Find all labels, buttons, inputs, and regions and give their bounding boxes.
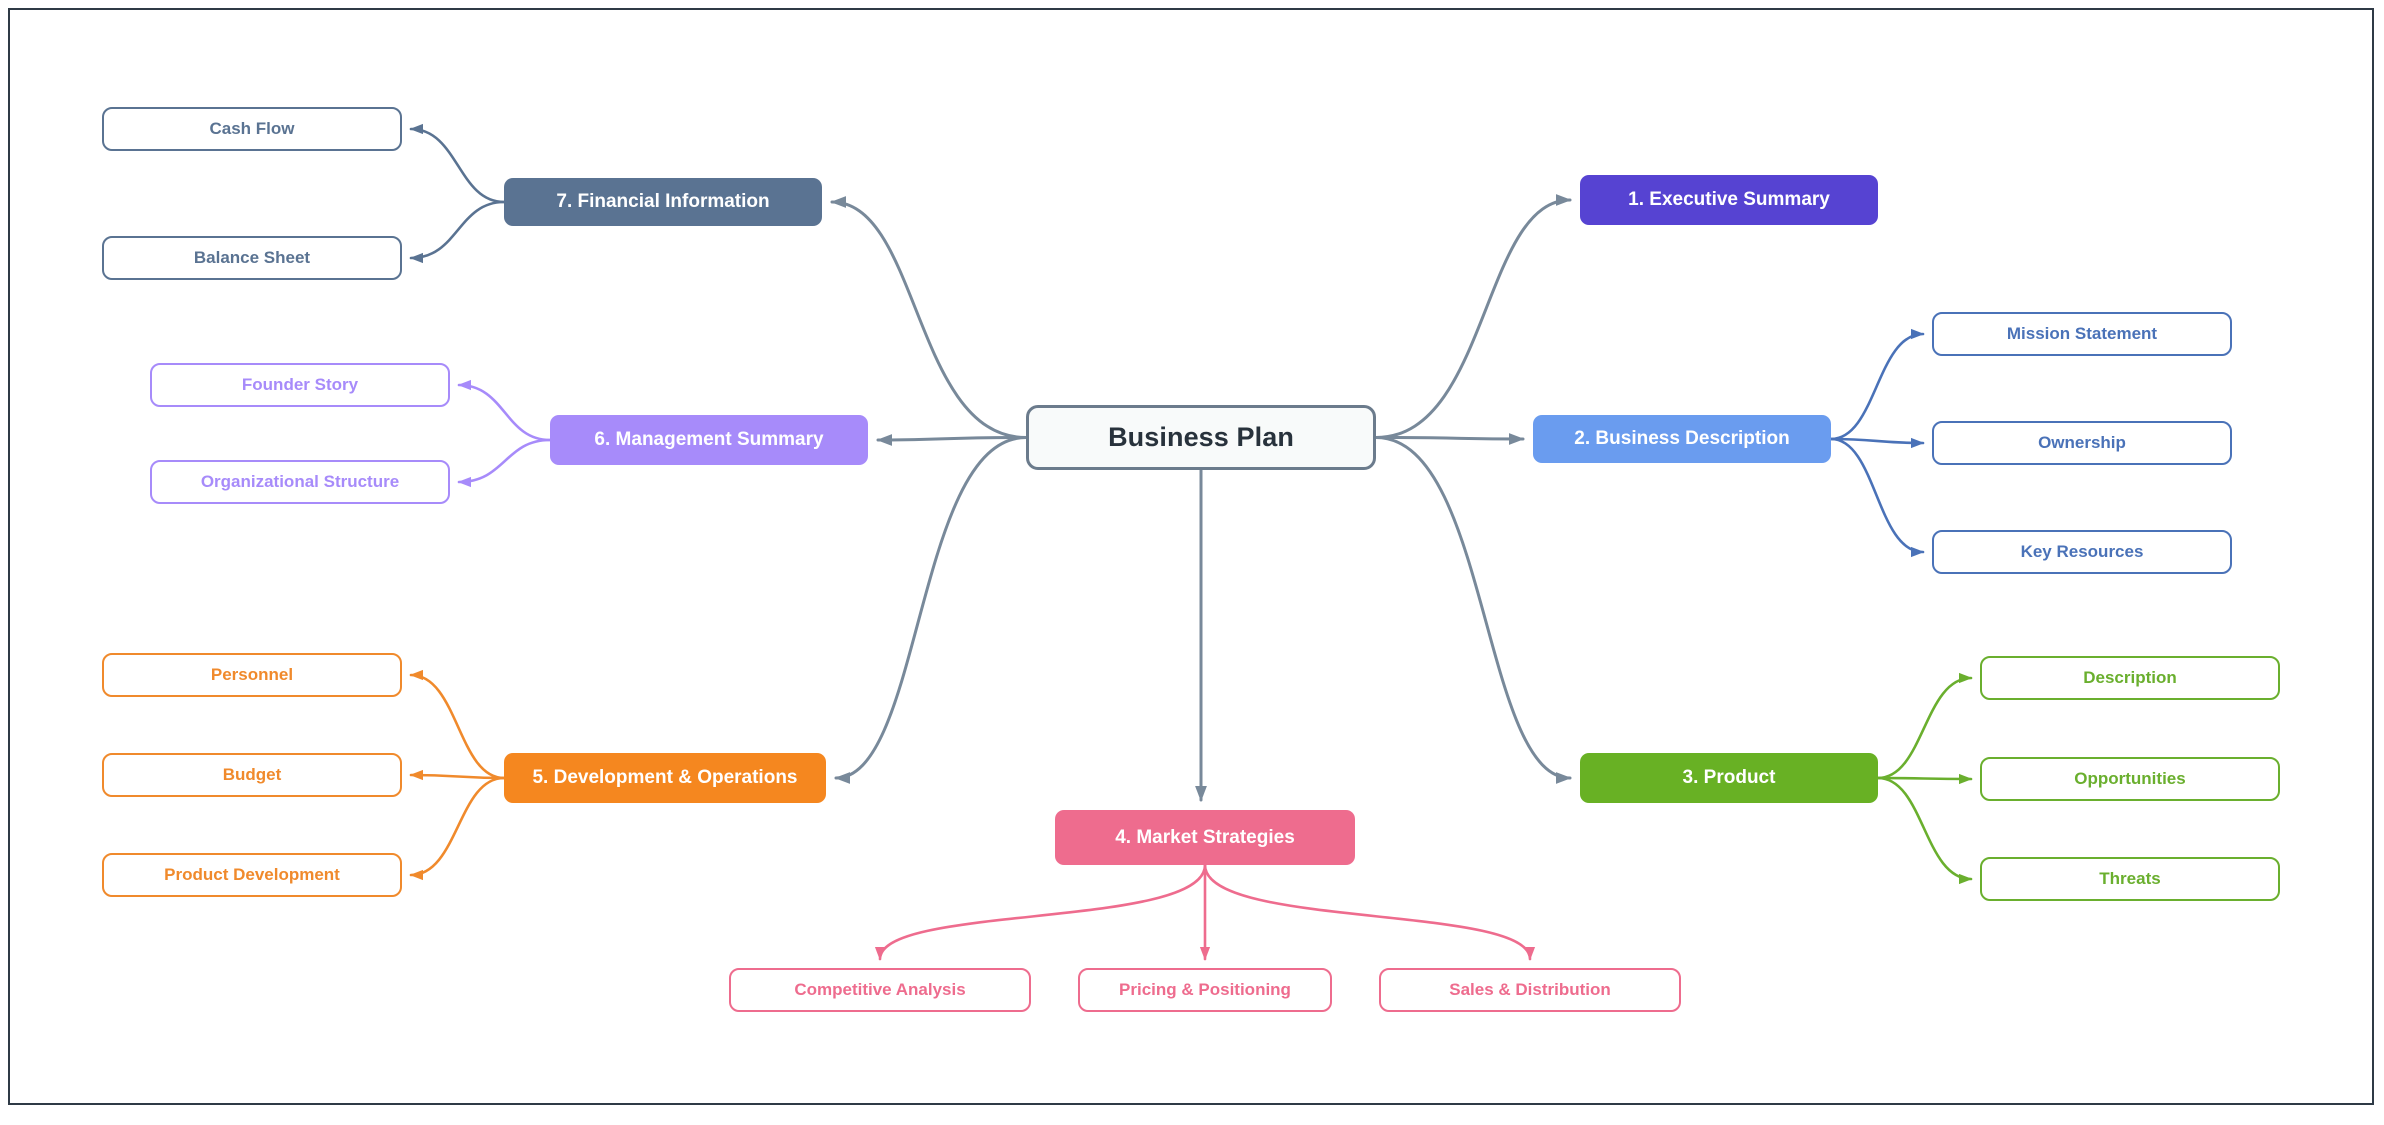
leaf-node-financial-information-1[interactable]: Balance Sheet bbox=[102, 236, 402, 280]
branch-node-development-operations-label: 5. Development & Operations bbox=[532, 767, 798, 789]
leaf-node-market-strategies-1-label: Pricing & Positioning bbox=[1119, 980, 1291, 1000]
branch-node-market-strategies-label: 4. Market Strategies bbox=[1115, 826, 1295, 848]
leaf-node-management-summary-0-label: Founder Story bbox=[241, 375, 359, 395]
leaf-node-market-strategies-2-label: Sales & Distribution bbox=[1449, 980, 1611, 1000]
leaf-node-development-operations-2-label: Product Development bbox=[164, 865, 340, 885]
branch-node-product[interactable]: 3. Product bbox=[1580, 753, 1878, 803]
branch-node-executive-summary[interactable]: 1. Executive Summary bbox=[1580, 175, 1878, 225]
branch-node-financial-information[interactable]: 7. Financial Information bbox=[504, 178, 822, 226]
leaf-node-management-summary-0[interactable]: Founder Story bbox=[150, 363, 450, 407]
branch-node-development-operations[interactable]: 5. Development & Operations bbox=[504, 753, 826, 803]
leaf-node-development-operations-1[interactable]: Budget bbox=[102, 753, 402, 797]
leaf-node-product-0[interactable]: Description bbox=[1980, 656, 2280, 700]
leaf-node-market-strategies-0-label: Competitive Analysis bbox=[794, 980, 966, 1000]
leaf-node-product-2-label: Threats bbox=[2099, 869, 2161, 889]
leaf-node-business-description-0[interactable]: Mission Statement bbox=[1932, 312, 2232, 356]
branch-node-business-description[interactable]: 2. Business Description bbox=[1533, 415, 1831, 463]
leaf-node-product-0-label: Description bbox=[2083, 668, 2177, 688]
leaf-node-management-summary-1[interactable]: Organizational Structure bbox=[150, 460, 450, 504]
hub-node[interactable]: Business Plan bbox=[1026, 405, 1376, 470]
leaf-node-business-description-2[interactable]: Key Resources bbox=[1932, 530, 2232, 574]
mindmap-canvas: Business Plan 1. Executive Summary 2. Busi… bbox=[0, 0, 2384, 1125]
leaf-node-business-description-1[interactable]: Ownership bbox=[1932, 421, 2232, 465]
branch-node-management-summary-label: 6. Management Summary bbox=[594, 429, 824, 451]
branch-node-executive-summary-label: 1. Executive Summary bbox=[1628, 189, 1830, 211]
leaf-node-product-1-label: Opportunities bbox=[2074, 769, 2186, 789]
leaf-node-development-operations-0[interactable]: Personnel bbox=[102, 653, 402, 697]
leaf-node-market-strategies-0[interactable]: Competitive Analysis bbox=[729, 968, 1031, 1012]
branch-node-product-label: 3. Product bbox=[1682, 767, 1776, 789]
leaf-node-financial-information-0-label: Cash Flow bbox=[209, 119, 295, 139]
leaf-node-business-description-1-label: Ownership bbox=[2038, 433, 2126, 453]
leaf-node-product-1[interactable]: Opportunities bbox=[1980, 757, 2280, 801]
leaf-node-financial-information-1-label: Balance Sheet bbox=[193, 248, 311, 268]
leaf-node-product-2[interactable]: Threats bbox=[1980, 857, 2280, 901]
branch-node-business-description-label: 2. Business Description bbox=[1574, 428, 1790, 450]
hub-node-label: Business Plan bbox=[1108, 421, 1294, 452]
leaf-node-development-operations-2[interactable]: Product Development bbox=[102, 853, 402, 897]
branch-node-market-strategies[interactable]: 4. Market Strategies bbox=[1055, 810, 1355, 865]
leaf-node-management-summary-1-label: Organizational Structure bbox=[200, 472, 400, 492]
leaf-node-market-strategies-1[interactable]: Pricing & Positioning bbox=[1078, 968, 1332, 1012]
leaf-node-business-description-0-label: Mission Statement bbox=[2006, 324, 2158, 344]
leaf-node-development-operations-0-label: Personnel bbox=[210, 665, 294, 685]
branch-node-management-summary[interactable]: 6. Management Summary bbox=[550, 415, 868, 465]
leaf-node-business-description-2-label: Key Resources bbox=[2020, 542, 2144, 562]
leaf-node-financial-information-0[interactable]: Cash Flow bbox=[102, 107, 402, 151]
leaf-node-market-strategies-2[interactable]: Sales & Distribution bbox=[1379, 968, 1681, 1012]
leaf-node-development-operations-1-label: Budget bbox=[222, 765, 282, 785]
branch-node-financial-information-label: 7. Financial Information bbox=[556, 191, 770, 213]
